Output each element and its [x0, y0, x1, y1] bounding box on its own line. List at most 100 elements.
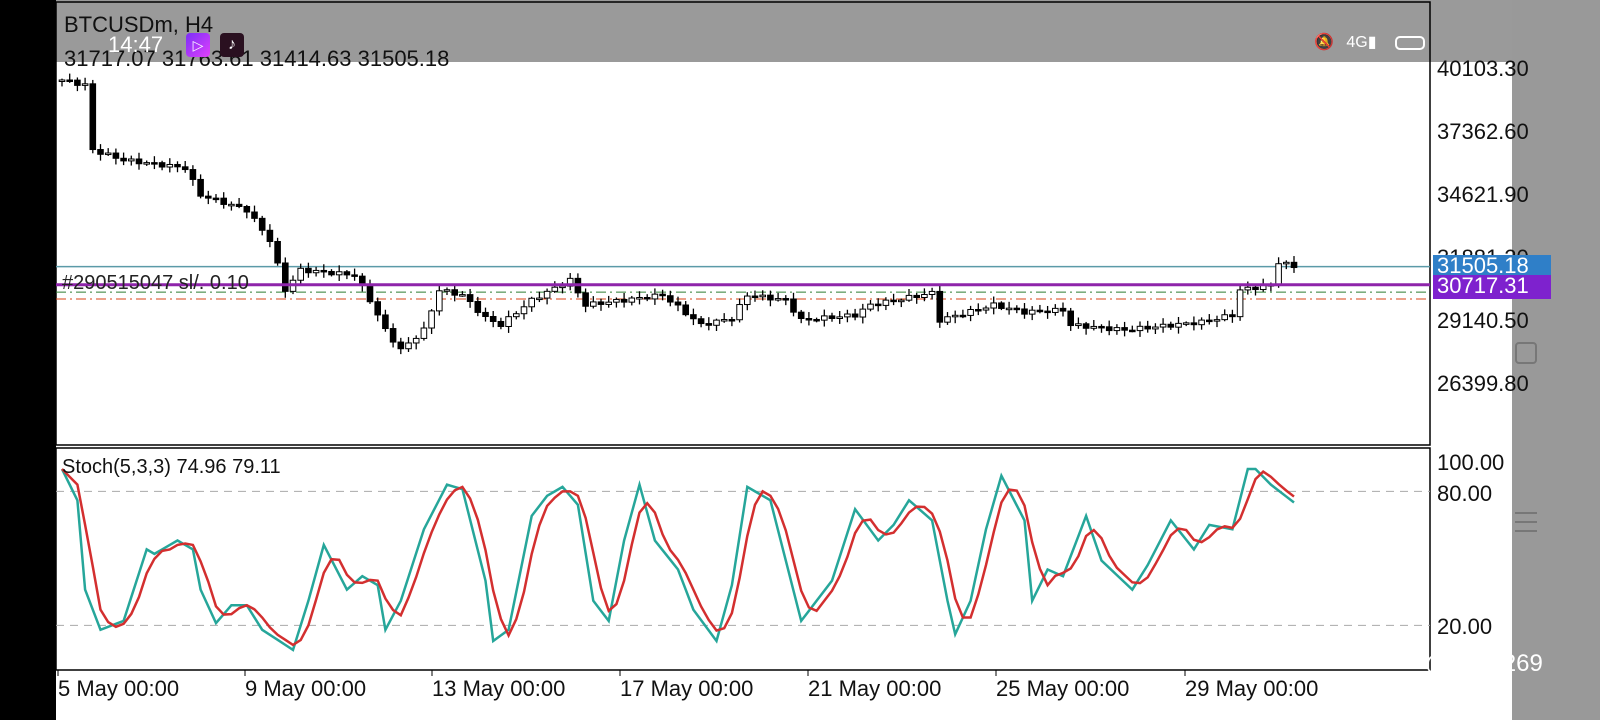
candle-body [982, 307, 990, 311]
candle-body [1028, 309, 1036, 315]
order-line-label[interactable]: #290515047 sl/. 0.10 [62, 272, 249, 295]
candle-body [1075, 323, 1082, 327]
candle-body [936, 290, 944, 323]
candle-body [112, 152, 120, 159]
candle-body [158, 162, 166, 168]
candle-body [374, 301, 381, 316]
candle-body [720, 319, 728, 322]
candle-body [921, 294, 928, 299]
candle-body [1213, 319, 1221, 322]
candle-body [844, 313, 851, 318]
candle-body [251, 211, 258, 219]
candle-body [905, 294, 913, 301]
candle-body [767, 294, 774, 301]
candle-body [1052, 307, 1059, 313]
candle-body [1167, 323, 1175, 328]
candle-body [197, 178, 204, 197]
candle-body [205, 195, 212, 199]
candle-body [682, 304, 690, 316]
candle-body [513, 313, 520, 318]
candle-body [828, 315, 836, 319]
mute-icon: 🔕 [1314, 34, 1334, 51]
candle-body [328, 270, 335, 276]
stochastic-label: Stoch(5,3,3) 74.96 79.11 [62, 456, 281, 478]
candle-body [967, 308, 974, 316]
candle-body [674, 301, 682, 306]
date-label: 29 May 00:00 [1185, 676, 1319, 701]
candle-body [282, 262, 289, 292]
order-price-tag: 30717.31 [1433, 275, 1551, 299]
tiktok-icon: ♪ [220, 33, 244, 57]
candle-body [890, 299, 897, 303]
candle-body [297, 267, 304, 281]
candle-body [1059, 307, 1067, 312]
candle-body [1067, 310, 1075, 327]
candle-body [459, 294, 466, 297]
candle-body [1221, 314, 1229, 321]
candle-body [582, 292, 589, 307]
candle-body [128, 158, 135, 162]
candle-body [690, 314, 697, 320]
candle-body [551, 286, 559, 292]
candle-body [1036, 309, 1044, 313]
candle-body [258, 217, 266, 231]
menu-nav-icon[interactable] [1515, 512, 1537, 532]
candle-body [97, 149, 104, 155]
candle-body [998, 302, 1005, 309]
candle-body [613, 298, 620, 303]
stoch-axis-label: 100.00 [1437, 450, 1505, 475]
price-label: 26399.80 [1437, 371, 1529, 396]
watermark: @7521269 [1425, 650, 1543, 677]
candle-body [1159, 323, 1167, 328]
candle-body [751, 295, 759, 299]
candle-body [520, 306, 528, 315]
candle-body [489, 316, 497, 322]
candle-body [1082, 323, 1090, 329]
candle-body [790, 298, 797, 313]
video-app-icon: ▷ [186, 33, 210, 57]
stoch-signal-line [61, 468, 1295, 647]
candle-body [867, 303, 874, 310]
candle-body [1152, 326, 1159, 330]
candle-body [859, 308, 867, 318]
chart-canvas[interactable] [0, 0, 1600, 720]
candle-body [528, 297, 536, 308]
candle-body [1098, 325, 1105, 329]
candle-body [143, 162, 150, 165]
candle-body [1021, 308, 1028, 315]
candle-body [543, 290, 551, 299]
stoch-axis-label: 20.00 [1437, 614, 1493, 639]
price-label: 37362.60 [1437, 119, 1529, 144]
date-label: 5 May 00:00 [58, 676, 180, 701]
candle-body [235, 203, 243, 208]
candle-body [228, 203, 235, 207]
candle-body [474, 301, 482, 313]
candle-body [428, 310, 435, 329]
candle-body [1044, 310, 1051, 314]
candle-body [274, 240, 281, 264]
candle-body [1229, 314, 1236, 318]
candle-body [975, 308, 982, 312]
battery-icon [1394, 35, 1425, 50]
square-nav-icon[interactable] [1515, 342, 1537, 364]
candle-body [1252, 286, 1259, 291]
candle-body [590, 301, 597, 307]
candle-body [497, 320, 505, 327]
candle-body [728, 319, 736, 322]
candle-body [620, 298, 628, 303]
candle-body [744, 295, 751, 306]
candle-body [643, 297, 651, 300]
price-label: 40103.30 [1437, 56, 1529, 81]
candle-body [1144, 325, 1152, 330]
candle-body [813, 318, 820, 322]
candle-body [1283, 261, 1290, 265]
candle-body [1275, 263, 1282, 286]
candle-body [928, 290, 936, 296]
price-label: 34621.90 [1437, 182, 1529, 207]
candle-body [1182, 322, 1190, 325]
candle-body [805, 318, 813, 321]
candle-body [1190, 322, 1198, 326]
candle-body [774, 298, 782, 301]
candle-body [305, 267, 312, 274]
candle-body [174, 163, 181, 168]
